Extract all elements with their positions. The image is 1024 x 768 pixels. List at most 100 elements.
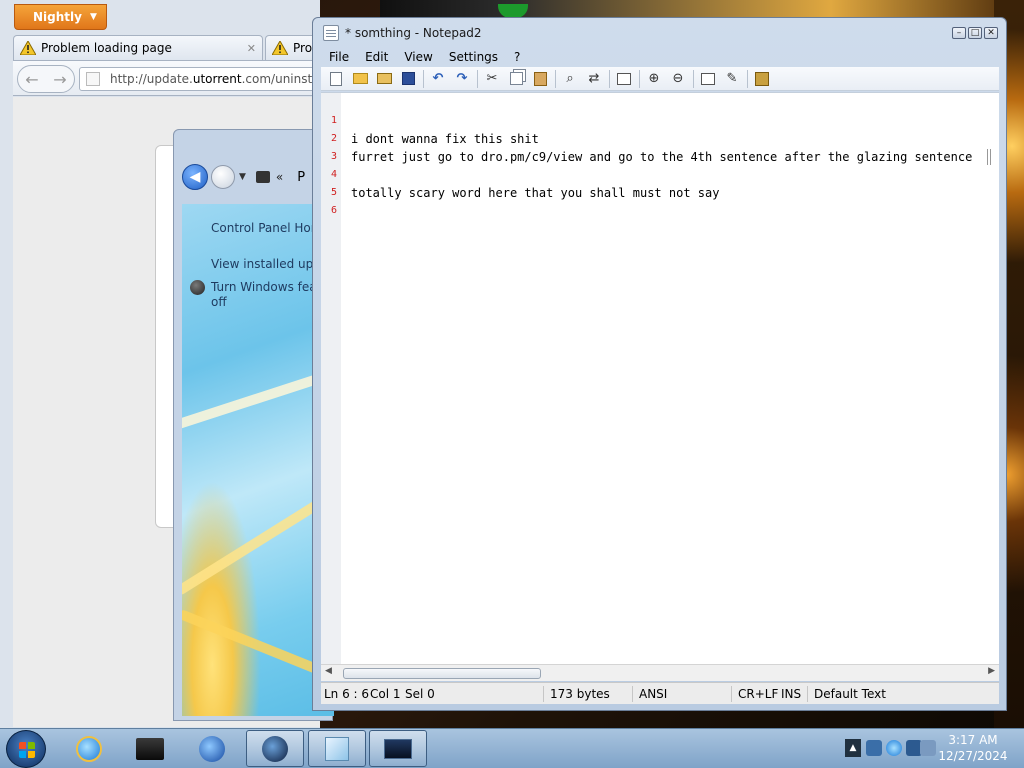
breadcrumb-overflow[interactable]: « (276, 170, 283, 184)
toolbar-separator (639, 69, 640, 88)
url-host: utorrent (192, 72, 242, 86)
menu-bar: File Edit View Settings ? (321, 48, 528, 66)
status-encoding[interactable]: ANSI (639, 683, 667, 705)
editor-line: 4 totally scary word here that you shall… (321, 148, 720, 200)
menu-view[interactable]: View (396, 48, 440, 66)
open-icon[interactable] (351, 70, 369, 88)
toolbar: ↶ ↷ ✂ ⌕ ⇄ ⊕ ⊖ ✎ (321, 67, 999, 91)
paste-icon[interactable] (531, 70, 549, 88)
status-insert-mode[interactable]: INS (781, 683, 801, 705)
close-button[interactable]: ✕ (984, 27, 998, 39)
toolbar-separator (555, 69, 556, 88)
save-icon[interactable] (399, 70, 417, 88)
tab-label: Problem loading page (41, 41, 172, 55)
chevron-down-icon: ▼ (89, 12, 97, 22)
status-scheme[interactable]: Default Text (814, 683, 886, 705)
status-line-endings[interactable]: CR+LF (738, 683, 778, 705)
ie-tray-icon[interactable] (886, 740, 902, 756)
editor-line: 1 i dont wanna fix this shit (321, 94, 539, 146)
volume-icon[interactable] (920, 740, 936, 756)
network-icon[interactable] (866, 740, 882, 756)
windows-shield-icon (190, 280, 205, 295)
sidebar-link-turn-windows-features[interactable]: Turn Windows feat (211, 280, 321, 294)
control-panel-toolbar: ◀ ▼ « P (182, 155, 322, 199)
start-button[interactable] (6, 730, 46, 768)
editor-line: 2 furret just go to dro.pm/c9/view and g… (321, 112, 972, 164)
toolbar-separator (423, 69, 424, 88)
clock[interactable]: 3:17 AM 12/27/2024 (938, 732, 1008, 764)
find-icon[interactable]: ⌕ (561, 70, 579, 88)
status-divider (807, 686, 808, 702)
page-icon (86, 72, 100, 86)
url-bar[interactable]: http://update.utorrent.com/uninstall? (79, 67, 319, 91)
word-wrap-icon[interactable] (615, 70, 633, 88)
clock-time: 3:17 AM (948, 733, 998, 747)
taskbar-app-monitor[interactable] (369, 730, 427, 767)
browse-icon[interactable] (375, 70, 393, 88)
minimize-button[interactable]: – (952, 27, 966, 39)
line-text: furret just go to dro.pm/c9/view and go … (351, 150, 973, 164)
editor-line: 5 (321, 166, 364, 198)
sidebar-link-view-installed-updates[interactable]: View installed upda (211, 257, 328, 271)
scheme-icon[interactable] (699, 70, 717, 88)
new-icon[interactable] (327, 70, 345, 88)
scroll-right-icon[interactable]: ▶ (988, 666, 995, 676)
browser-tab-1[interactable]: Problem loading page ✕ (13, 35, 263, 60)
menu-file[interactable]: File (321, 48, 357, 66)
nightly-menu-label: Nightly (33, 10, 82, 24)
taskbar-app-media-player[interactable] (183, 730, 241, 767)
show-hidden-icons-button[interactable]: ▲ (845, 739, 861, 757)
menu-settings[interactable]: Settings (441, 48, 506, 66)
maximize-button[interactable]: □ (968, 27, 982, 39)
toolbar-separator (747, 69, 748, 88)
forward-button[interactable] (211, 165, 235, 189)
status-bar: Ln 6 : 6 Col 1 Sel 0 173 bytes ANSI CR+L… (321, 682, 999, 704)
back-button[interactable]: ◀ (182, 164, 208, 190)
taskbar: ▲ 3:17 AM 12/27/2024 (0, 728, 1024, 768)
back-arrow-icon[interactable]: ← (25, 70, 38, 89)
taskbar-app-globe[interactable] (246, 730, 304, 767)
menu-help[interactable]: ? (506, 48, 528, 66)
status-file-size: 173 bytes (550, 687, 610, 701)
ibeam-cursor-icon (987, 149, 991, 165)
nightly-menu-button[interactable]: Nightly ▼ (14, 4, 107, 30)
copy-icon[interactable] (507, 70, 525, 88)
notepad2-window: * somthing - Notepad2 – □ ✕ File Edit Vi… (312, 17, 1007, 711)
exit-icon[interactable] (753, 70, 771, 88)
notepad2-icon (325, 736, 349, 761)
replace-icon[interactable]: ⇄ (585, 70, 603, 88)
zoom-out-icon[interactable]: ⊖ (669, 70, 687, 88)
scrollbar-thumb[interactable] (343, 668, 541, 679)
internet-explorer-icon (76, 735, 102, 762)
sidebar-link-control-panel-home[interactable]: Control Panel Hom (211, 221, 322, 235)
close-icon[interactable]: ✕ (247, 42, 256, 55)
monitor-icon (384, 738, 412, 759)
breadcrumb-item[interactable]: P (297, 170, 305, 185)
text-editor[interactable]: 1 i dont wanna fix this shit 2 furret ju… (321, 92, 999, 681)
line-number: 6 (330, 205, 337, 216)
zoom-in-icon[interactable]: ⊕ (645, 70, 663, 88)
navigation-bar: ← → http://update.utorrent.com/uninstall… (13, 60, 320, 96)
taskbar-app-black-window[interactable] (121, 730, 179, 767)
taskbar-app-notepad2[interactable] (308, 730, 366, 767)
recent-pages-dropdown-icon[interactable]: ▼ (239, 172, 246, 182)
status-column: Col 1 (370, 687, 401, 701)
menu-edit[interactable]: Edit (357, 48, 396, 66)
sidebar-link-turn-windows-features-cont[interactable]: off (211, 295, 227, 309)
window-controls: – □ ✕ (952, 27, 998, 39)
taskbar-app-internet-explorer[interactable] (60, 730, 118, 767)
url-rest: .com/uninstall? (241, 72, 318, 86)
back-forward-buttons[interactable]: ← → (17, 65, 75, 93)
customize-scheme-icon[interactable]: ✎ (723, 70, 741, 88)
undo-icon[interactable]: ↶ (429, 70, 447, 88)
title-bar[interactable]: * somthing - Notepad2 – □ ✕ (313, 18, 1006, 48)
scroll-left-icon[interactable]: ◀ (325, 666, 332, 676)
redo-icon[interactable]: ↷ (453, 70, 471, 88)
editor-line: 6 (321, 184, 364, 216)
wallpaper-top (380, 0, 1024, 18)
window-title: * somthing - Notepad2 (345, 26, 482, 40)
clock-date: 12/27/2024 (938, 749, 1008, 763)
cut-icon[interactable]: ✂ (483, 70, 501, 88)
horizontal-scrollbar[interactable]: ◀ ▶ (321, 664, 999, 681)
forward-arrow-icon[interactable]: → (53, 70, 66, 89)
